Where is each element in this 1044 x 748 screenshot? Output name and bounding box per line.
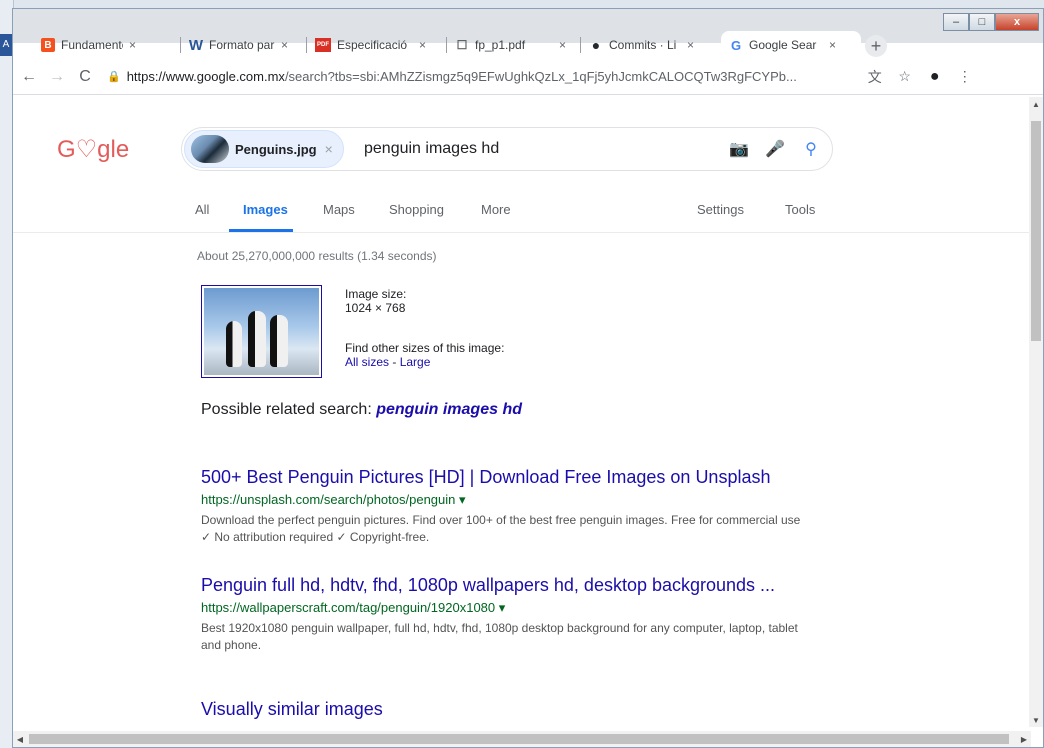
result-url[interactable]: https://unsplash.com/search/photos/pengu… <box>201 492 811 508</box>
close-window-icon[interactable]: x <box>995 13 1039 31</box>
remove-image-icon[interactable]: × <box>325 141 333 157</box>
result-url[interactable]: https://wallpaperscraft.com/tag/penguin/… <box>201 600 811 616</box>
search-nav: All Images Maps Shopping More Settings T… <box>13 199 1033 233</box>
window-controls: – □ x <box>943 13 1039 31</box>
related-label: Possible related search: <box>201 401 377 418</box>
result-title-link[interactable]: Penguin full hd, hdtv, fhd, 1080p wallpa… <box>201 575 811 596</box>
visually-similar-heading[interactable]: Visually similar images <box>201 699 383 720</box>
result-stats: About 25,270,000,000 results (1.34 secon… <box>197 249 437 263</box>
tab-label: Google Sear <box>749 38 817 52</box>
url-path: /search?tbs=sbi:AMhZZismgz5q9EFwUghkQzLx… <box>284 69 797 84</box>
translate-icon[interactable]: 文 <box>863 65 887 89</box>
tab-strip: B Fundamento × W Formato par × PDF Espec… <box>13 9 1043 59</box>
penguin-shape <box>270 315 288 367</box>
search-icon[interactable]: ⚲ <box>796 134 826 164</box>
tab-label: Fundamento <box>61 38 123 52</box>
forward-icon[interactable]: → <box>45 65 69 89</box>
tab-label: Formato par <box>209 38 275 52</box>
image-info: Image size: 1024 × 768 Find other sizes … <box>345 287 504 369</box>
tab-images[interactable]: Images <box>243 202 288 217</box>
close-tab-icon[interactable]: × <box>687 38 694 52</box>
vertical-scroll-thumb[interactable] <box>1031 121 1041 341</box>
close-tab-icon[interactable]: × <box>419 38 426 52</box>
tab-label: fp_p1.pdf <box>475 38 526 52</box>
tab-tools[interactable]: Tools <box>785 202 815 217</box>
image-size-value: 1024 × 768 <box>345 301 406 315</box>
image-chip-name: Penguins.jpg <box>235 141 317 157</box>
tab-fp-p1[interactable]: ☐ fp_p1.pdf × <box>447 31 581 59</box>
all-sizes-link[interactable]: All sizes <box>345 355 389 369</box>
scroll-up-icon[interactable]: ▲ <box>1029 97 1043 111</box>
new-tab-button[interactable]: + <box>865 35 887 57</box>
tab-all[interactable]: All <box>195 202 209 217</box>
url-host: https://www.google.com.mx <box>126 69 285 84</box>
penguin-shape <box>248 311 266 367</box>
search-result: Penguin full hd, hdtv, fhd, 1080p wallpa… <box>201 575 811 654</box>
back-icon[interactable]: ← <box>17 65 41 89</box>
menu-kebab-icon[interactable]: ⋮ <box>953 65 977 89</box>
maximize-icon[interactable]: □ <box>969 13 995 31</box>
pdf-icon: PDF <box>315 38 331 52</box>
search-result: 500+ Best Penguin Pictures [HD] | Downlo… <box>201 467 811 546</box>
image-chip-thumbnail <box>191 135 229 163</box>
image-size-label: Image size: <box>345 287 407 301</box>
close-tab-icon[interactable]: × <box>559 38 566 52</box>
penguin-shape <box>226 321 242 367</box>
related-query-link[interactable]: penguin images hd <box>376 401 522 418</box>
close-tab-icon[interactable]: × <box>129 38 136 52</box>
tab-especificacion[interactable]: PDF Especificació × <box>307 31 447 59</box>
close-tab-icon[interactable]: × <box>829 38 836 52</box>
result-title-link[interactable]: 500+ Best Penguin Pictures [HD] | Downlo… <box>201 467 811 488</box>
word-icon: W <box>188 36 204 54</box>
word-app-icon: A <box>0 34 12 56</box>
scroll-right-icon[interactable]: ▶ <box>1017 731 1031 747</box>
tab-label: Especificació <box>337 38 408 52</box>
tab-commits[interactable]: ● Commits · Li × <box>581 31 717 59</box>
document-icon: ☐ <box>456 38 468 52</box>
active-tab-indicator <box>229 229 293 232</box>
query-image-preview[interactable] <box>201 285 322 378</box>
large-link[interactable]: Large <box>400 355 431 369</box>
lock-icon[interactable]: 🔒 <box>107 70 121 83</box>
result-snippet: Best 1920x1080 penguin wallpaper, full h… <box>201 621 798 652</box>
github-icon: ● <box>591 37 601 53</box>
scroll-left-icon[interactable]: ◀ <box>13 731 27 747</box>
penguins-image <box>204 288 319 375</box>
related-search: Possible related search: penguin images … <box>201 401 522 419</box>
search-box[interactable]: Penguins.jpg × penguin images hd 📷 🎤 ⚲ <box>181 127 833 171</box>
vertical-scrollbar[interactable]: ▲ ▼ <box>1029 97 1043 727</box>
google-doodle-logo[interactable]: G♡gle <box>57 135 129 164</box>
scroll-down-icon[interactable]: ▼ <box>1029 713 1043 727</box>
google-icon: G <box>730 37 742 53</box>
microphone-icon[interactable]: 🎤 <box>760 134 790 164</box>
camera-icon[interactable]: 📷 <box>724 134 754 164</box>
browser-window: B Fundamento × W Formato par × PDF Espec… <box>12 8 1044 748</box>
tab-settings[interactable]: Settings <box>697 202 744 217</box>
size-separator: - <box>389 355 400 369</box>
browser-toolbar: ← → C 🔒 https://www.google.com.mx/search… <box>13 59 1043 95</box>
minimize-icon[interactable]: – <box>943 13 969 31</box>
tab-label: Commits · Li <box>609 38 677 52</box>
bookmark-star-icon[interactable]: ☆ <box>893 65 917 89</box>
profile-icon[interactable]: ● <box>923 65 947 89</box>
horizontal-scrollbar[interactable]: ◀ ▶ <box>13 731 1031 747</box>
close-tab-icon[interactable]: × <box>281 38 288 52</box>
tab-maps[interactable]: Maps <box>323 202 355 217</box>
other-sizes-label: Find other sizes of this image: <box>345 341 505 355</box>
tab-formato[interactable]: W Formato par × <box>181 31 307 59</box>
tab-google-search[interactable]: G Google Sear × <box>721 31 861 59</box>
search-input[interactable]: penguin images hd <box>364 140 724 158</box>
tab-shopping[interactable]: Shopping <box>389 202 444 217</box>
tab-fundamento[interactable]: B Fundamento × <box>33 31 181 59</box>
image-query-chip[interactable]: Penguins.jpg × <box>184 130 344 168</box>
horizontal-scroll-thumb[interactable] <box>29 734 1009 744</box>
reload-icon[interactable]: C <box>73 65 97 89</box>
tab-more[interactable]: More <box>481 202 511 217</box>
result-snippet: Download the perfect penguin pictures. F… <box>201 513 801 544</box>
blogger-icon: B <box>41 38 55 52</box>
address-bar[interactable]: https://www.google.com.mx/search?tbs=sbi… <box>127 69 857 84</box>
